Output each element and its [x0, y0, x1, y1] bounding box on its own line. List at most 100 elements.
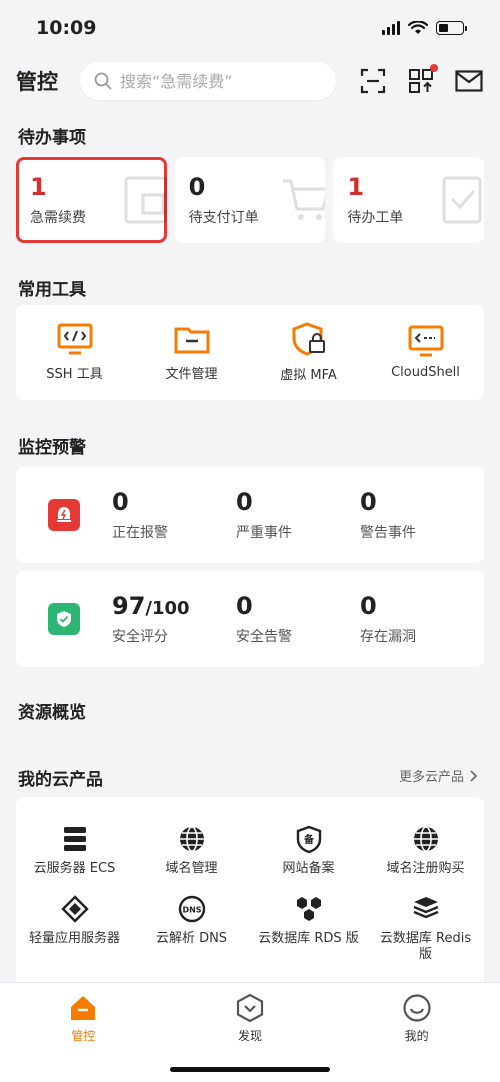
- product-rds[interactable]: 云数据库 RDS 版: [250, 895, 367, 963]
- stat-label: 存在漏洞: [360, 629, 416, 645]
- terminal-icon: [57, 323, 92, 355]
- stat-value: 0: [360, 592, 377, 620]
- tab-profile[interactable]: 我的: [333, 983, 500, 1082]
- stat-label: 正在报警: [112, 525, 168, 541]
- stat-security-alerts: 0 安全告警: [236, 592, 360, 646]
- product-label: 云数据库 RDS 版: [258, 931, 359, 946]
- stat-value: 0: [236, 488, 253, 516]
- chevron-right-icon: [470, 769, 478, 782]
- more-products-link[interactable]: 更多云产品: [399, 766, 478, 785]
- shield-lock-icon: [292, 322, 325, 356]
- product-redis[interactable]: 云数据库 Redis 版: [367, 895, 484, 963]
- tool-cloudshell[interactable]: CloudShell: [367, 325, 484, 380]
- stat-value: 0: [360, 488, 377, 516]
- wifi-icon: [408, 21, 428, 34]
- product-label: 网站备案: [282, 861, 335, 876]
- tab-label: 我的: [404, 1029, 429, 1043]
- tab-label: 管控: [71, 1029, 96, 1043]
- tool-virtual-mfa[interactable]: 虚拟 MFA: [250, 322, 367, 383]
- tool-label: 文件管理: [165, 367, 218, 382]
- product-label: 轻量应用服务器: [28, 931, 120, 946]
- layers-icon: [413, 897, 438, 919]
- discover-icon: [236, 993, 264, 1023]
- product-label: 云服务器 ECS: [33, 861, 116, 876]
- ticket-bg-icon: [442, 176, 482, 224]
- tab-bar: 管控 发现 我的: [0, 982, 500, 1082]
- todo-card-tickets[interactable]: 1 待办工单: [333, 157, 485, 243]
- signal-icon: [382, 21, 400, 35]
- search-icon: [94, 72, 112, 90]
- battery-icon: [436, 21, 467, 35]
- stat-label: 安全告警: [236, 629, 292, 645]
- messages-button[interactable]: [454, 66, 484, 96]
- tool-file-manager[interactable]: 文件管理: [133, 323, 250, 382]
- tool-label: 虚拟 MFA: [280, 368, 337, 383]
- tool-ssh[interactable]: SSH 工具: [16, 323, 133, 382]
- globe-icon: [179, 826, 204, 852]
- grid-apps-icon: [409, 69, 433, 93]
- tool-label: SSH 工具: [46, 367, 103, 382]
- apps-button[interactable]: [406, 64, 438, 96]
- stat-label: 警告事件: [360, 525, 416, 541]
- tools-title: 常用工具: [18, 280, 86, 300]
- renewal-bg-icon: [124, 176, 167, 224]
- status-time: 10:09: [36, 17, 97, 39]
- todo-list: 1 急需续费 0 待支付订单 1 待办工单: [16, 157, 485, 243]
- stat-warning-events: 0 警告事件: [360, 488, 484, 542]
- tool-label: CloudShell: [391, 365, 460, 380]
- monitor-title: 监控预警: [18, 438, 86, 458]
- tab-label: 发现: [238, 1029, 263, 1043]
- stat-active-alarms: 0 正在报警: [112, 488, 236, 542]
- stat-critical-events: 0 严重事件: [236, 488, 360, 542]
- notification-dot: [430, 64, 438, 72]
- status-bar: 10:09: [0, 0, 500, 56]
- todo-card-renewal[interactable]: 1 急需续费: [16, 157, 167, 243]
- header: 管控: [0, 56, 500, 106]
- smile-profile-icon: [403, 994, 431, 1022]
- product-domain-registration[interactable]: 域名注册购买: [367, 825, 484, 877]
- stat-label: 安全评分: [112, 629, 168, 645]
- svg-text:备: 备: [303, 833, 315, 846]
- product-label: 云解析 DNS: [155, 931, 228, 946]
- products-panel: 云服务器 ECS 域名管理 备 网站备案 域名注册购买 轻量应用服务器 DNS …: [16, 797, 484, 982]
- product-lightweight-server[interactable]: 轻量应用服务器: [16, 895, 133, 963]
- stat-value: 0: [236, 592, 253, 620]
- alerts-panel[interactable]: 0 正在报警 0 严重事件 0 警告事件: [16, 467, 484, 563]
- cube-icon: [60, 895, 89, 923]
- stat-label: 严重事件: [236, 525, 292, 541]
- more-products-label: 更多云产品: [398, 770, 464, 785]
- product-domain-management[interactable]: 域名管理: [133, 825, 250, 877]
- home-console-icon: [71, 996, 96, 1020]
- resources-title: 资源概览: [18, 703, 86, 723]
- scan-button[interactable]: [358, 66, 388, 96]
- product-label: 云数据库 Redis 版: [379, 931, 472, 962]
- product-ecs[interactable]: 云服务器 ECS: [16, 825, 133, 877]
- cloudshell-icon: [408, 325, 443, 357]
- svg-text:DNS: DNS: [182, 906, 201, 915]
- product-label: 域名注册购买: [386, 861, 465, 876]
- page-title: 管控: [16, 70, 58, 94]
- products-title: 我的云产品: [18, 770, 103, 790]
- search-input[interactable]: [120, 71, 320, 91]
- stat-value: 0: [112, 488, 129, 516]
- stat-security-score: 97/100 安全评分: [112, 592, 236, 646]
- folder-icon: [174, 327, 209, 354]
- home-indicator[interactable]: [170, 1067, 330, 1072]
- product-icp-filing[interactable]: 备 网站备案: [250, 825, 367, 877]
- scan-icon: [360, 68, 386, 94]
- product-dns[interactable]: DNS 云解析 DNS: [133, 895, 250, 963]
- badge-icon: 备: [296, 825, 321, 853]
- globe-icon: [413, 826, 438, 852]
- security-score-total: /100: [145, 598, 190, 619]
- security-panel[interactable]: 97/100 安全评分 0 安全告警 0 存在漏洞: [16, 571, 484, 667]
- todo-title: 待办事项: [18, 128, 86, 148]
- dns-icon: DNS: [178, 895, 205, 923]
- todo-card-unpaid-orders[interactable]: 0 待支付订单: [174, 157, 326, 243]
- mail-icon: [455, 70, 483, 92]
- alarm-bell-icon: [48, 499, 80, 531]
- tools-panel: SSH 工具 文件管理 虚拟 MFA CloudShell: [16, 305, 484, 400]
- status-icons: [382, 21, 467, 35]
- security-shield-icon: [48, 603, 80, 635]
- search-bar[interactable]: [80, 62, 336, 100]
- tab-console[interactable]: 管控: [0, 983, 167, 1082]
